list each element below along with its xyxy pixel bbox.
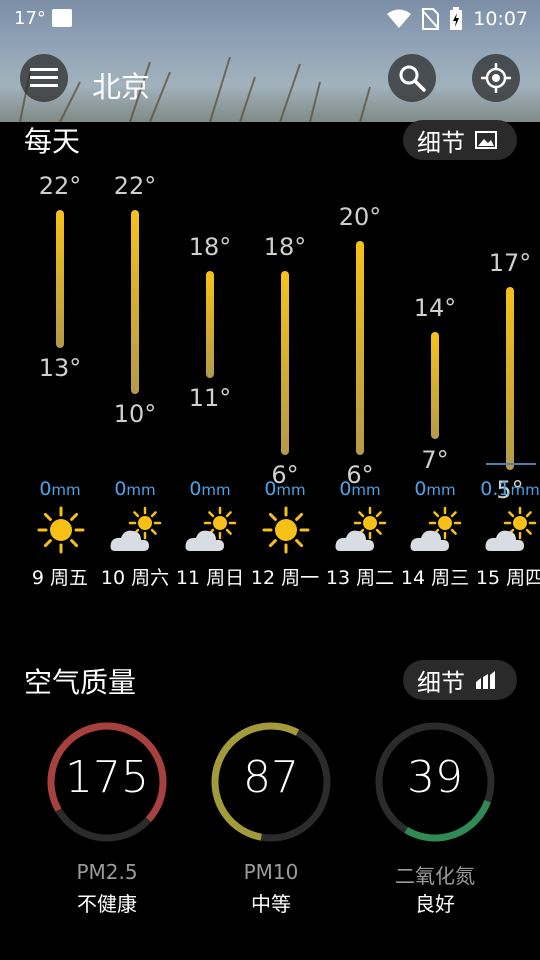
high-temp: 22°	[38, 172, 82, 200]
scroll-indicator	[486, 463, 536, 465]
rain-amount: 0mm	[414, 478, 456, 500]
low-temp: 13°	[38, 353, 82, 382]
rain-amount: 0mm	[339, 478, 381, 500]
air-quality-title: 空气质量	[24, 666, 137, 699]
high-temp: 17°	[488, 248, 532, 277]
day-label: 13 周二	[325, 567, 395, 589]
rain-amount: 0mm	[189, 478, 231, 500]
high-temp: 14°	[413, 294, 457, 323]
gauge-value: 39	[407, 752, 463, 803]
temp-range-bar	[356, 240, 364, 455]
rain-amount: 0mm	[39, 478, 81, 500]
day-label: 11 周日	[175, 567, 245, 589]
gauge-value: 175	[65, 752, 149, 803]
rain-amount: 0.1mm	[480, 478, 540, 500]
temp-range-bar	[506, 286, 514, 471]
chart-icon	[476, 671, 495, 689]
day-column: 14° 7° 0mm 14 周三	[397, 0, 473, 600]
partly-cloudy-icon	[334, 503, 388, 557]
gauge-value: 87	[243, 752, 299, 803]
day-column: 17° 5° 0.1mm 15 周四	[472, 0, 540, 600]
day-label: 9 周五	[31, 567, 89, 589]
high-temp: 18°	[263, 233, 307, 262]
day-column: 18° 11° 0mm 11 周日	[172, 0, 248, 600]
low-temp: 11°	[188, 384, 232, 413]
high-temp: 18°	[188, 233, 232, 262]
air-detail-button[interactable]: 细节	[403, 660, 517, 700]
day-column: 18° 6° 0mm 12 周一	[247, 0, 323, 600]
day-label: 14 周三	[400, 567, 470, 589]
day-column: 22° 10° 0mm 10 周六	[97, 0, 173, 600]
sun-icon	[34, 503, 88, 557]
day-label: 10 周六	[100, 567, 170, 589]
pollutant-status: 不健康	[77, 892, 137, 916]
temp-range-bar	[56, 210, 64, 348]
pollutant-status: 良好	[415, 892, 455, 916]
high-temp: 20°	[338, 202, 382, 231]
pollutant-status: 中等	[251, 892, 291, 916]
sun-icon	[259, 503, 313, 557]
partly-cloudy-icon	[409, 503, 463, 557]
pollutant-name: 二氧化氮	[395, 864, 475, 888]
high-temp: 22°	[113, 172, 157, 200]
pollutant-name: PM2.5	[76, 860, 138, 884]
day-column: 22° 13° 0mm 9 周五	[22, 0, 98, 600]
day-label: 15 周四	[475, 567, 540, 589]
partly-cloudy-icon	[184, 503, 238, 557]
air-detail-label: 细节	[417, 668, 465, 697]
partly-cloudy-icon	[484, 503, 538, 557]
rain-amount: 0mm	[114, 478, 156, 500]
partly-cloudy-icon	[109, 503, 163, 557]
temp-range-bar	[131, 210, 139, 394]
temp-range-bar	[206, 271, 214, 379]
low-temp: 10°	[113, 399, 157, 428]
rain-amount: 0mm	[264, 478, 306, 500]
temp-range-bar	[281, 271, 289, 455]
temp-range-bar	[431, 332, 439, 440]
low-temp: 7°	[421, 445, 449, 474]
day-label: 12 周一	[250, 567, 320, 589]
day-column: 20° 6° 0mm 13 周二	[322, 0, 398, 600]
pollutant-name: PM10	[243, 860, 299, 884]
